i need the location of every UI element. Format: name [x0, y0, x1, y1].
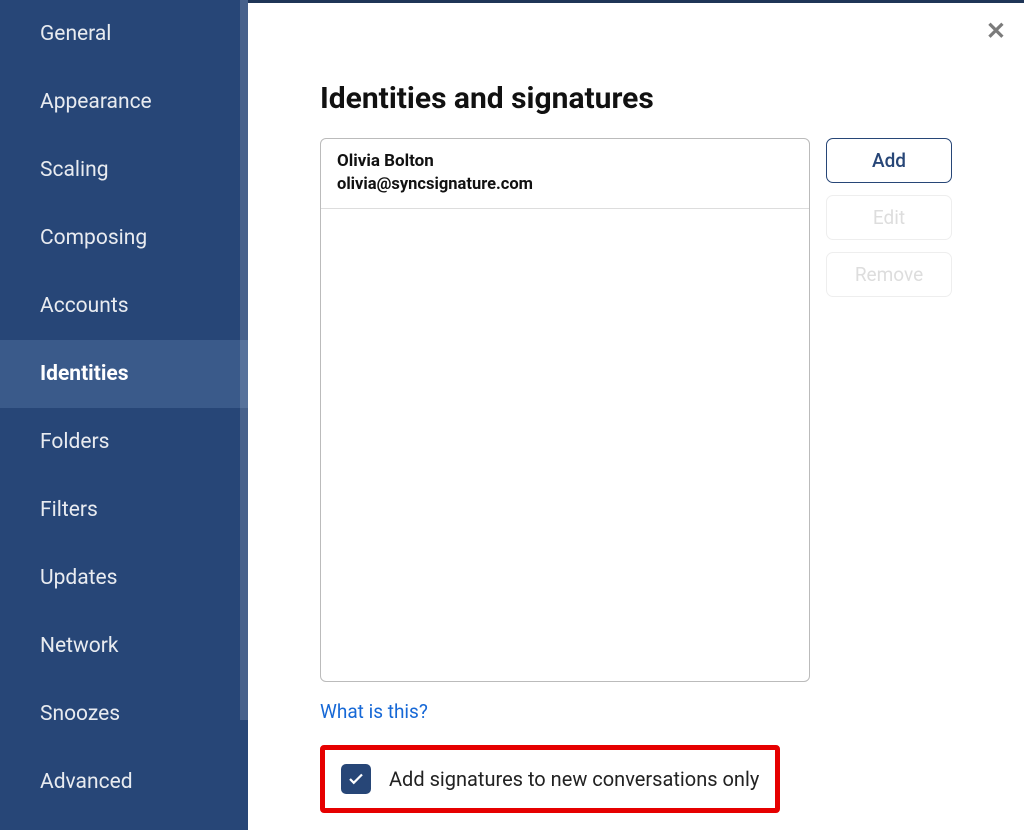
sidebar-item-scaling[interactable]: Scaling: [0, 136, 248, 204]
settings-sidebar: General Appearance Scaling Composing Acc…: [0, 0, 248, 830]
identity-name: Olivia Bolton: [337, 151, 793, 171]
sidebar-item-label: Accounts: [40, 294, 129, 318]
sidebar-item-updates[interactable]: Updates: [0, 544, 248, 612]
remove-button: Remove: [826, 252, 952, 297]
identity-email: olivia@syncsignature.com: [337, 175, 793, 194]
sidebar-scrollbar[interactable]: [240, 0, 248, 720]
identity-list[interactable]: Olivia Bolton olivia@syncsignature.com: [320, 138, 810, 682]
sidebar-item-label: Advanced: [40, 770, 133, 794]
sidebar-item-label: General: [40, 22, 111, 46]
edit-button: Edit: [826, 195, 952, 240]
sidebar-item-general[interactable]: General: [0, 0, 248, 68]
close-icon[interactable]: ✕: [986, 17, 1006, 45]
add-button[interactable]: Add: [826, 138, 952, 183]
identity-item[interactable]: Olivia Bolton olivia@syncsignature.com: [321, 139, 809, 209]
sidebar-item-label: Identities: [40, 362, 129, 386]
sidebar-item-label: Appearance: [40, 90, 152, 114]
sidebar-item-label: Composing: [40, 226, 147, 250]
checkbox-row-highlighted: Add signatures to new conversations only: [320, 745, 780, 813]
checkbox-label: Add signatures to new conversations only: [389, 767, 759, 791]
sidebar-item-filters[interactable]: Filters: [0, 476, 248, 544]
identity-buttons: Add Edit Remove: [826, 138, 952, 297]
help-link[interactable]: What is this?: [320, 700, 952, 723]
sidebar-item-label: Folders: [40, 430, 109, 454]
sidebar-item-label: Updates: [40, 566, 118, 590]
sidebar-item-network[interactable]: Network: [0, 612, 248, 680]
sidebar-item-snoozes[interactable]: Snoozes: [0, 680, 248, 748]
sidebar-item-label: Filters: [40, 498, 98, 522]
sidebar-item-identities[interactable]: Identities: [0, 340, 248, 408]
sidebar-item-appearance[interactable]: Appearance: [0, 68, 248, 136]
sidebar-item-advanced[interactable]: Advanced: [0, 748, 248, 816]
sidebar-item-label: Snoozes: [40, 702, 120, 726]
sidebar-item-accounts[interactable]: Accounts: [0, 272, 248, 340]
page-title: Identities and signatures: [320, 81, 952, 116]
main-panel: ✕ Identities and signatures Olivia Bolto…: [248, 0, 1024, 830]
identity-section: Olivia Bolton olivia@syncsignature.com A…: [320, 138, 952, 682]
sidebar-item-folders[interactable]: Folders: [0, 408, 248, 476]
signatures-new-only-checkbox[interactable]: [341, 764, 371, 794]
checkmark-icon: [347, 770, 365, 788]
sidebar-item-composing[interactable]: Composing: [0, 204, 248, 272]
sidebar-item-label: Scaling: [40, 158, 109, 182]
sidebar-item-label: Network: [40, 634, 119, 658]
